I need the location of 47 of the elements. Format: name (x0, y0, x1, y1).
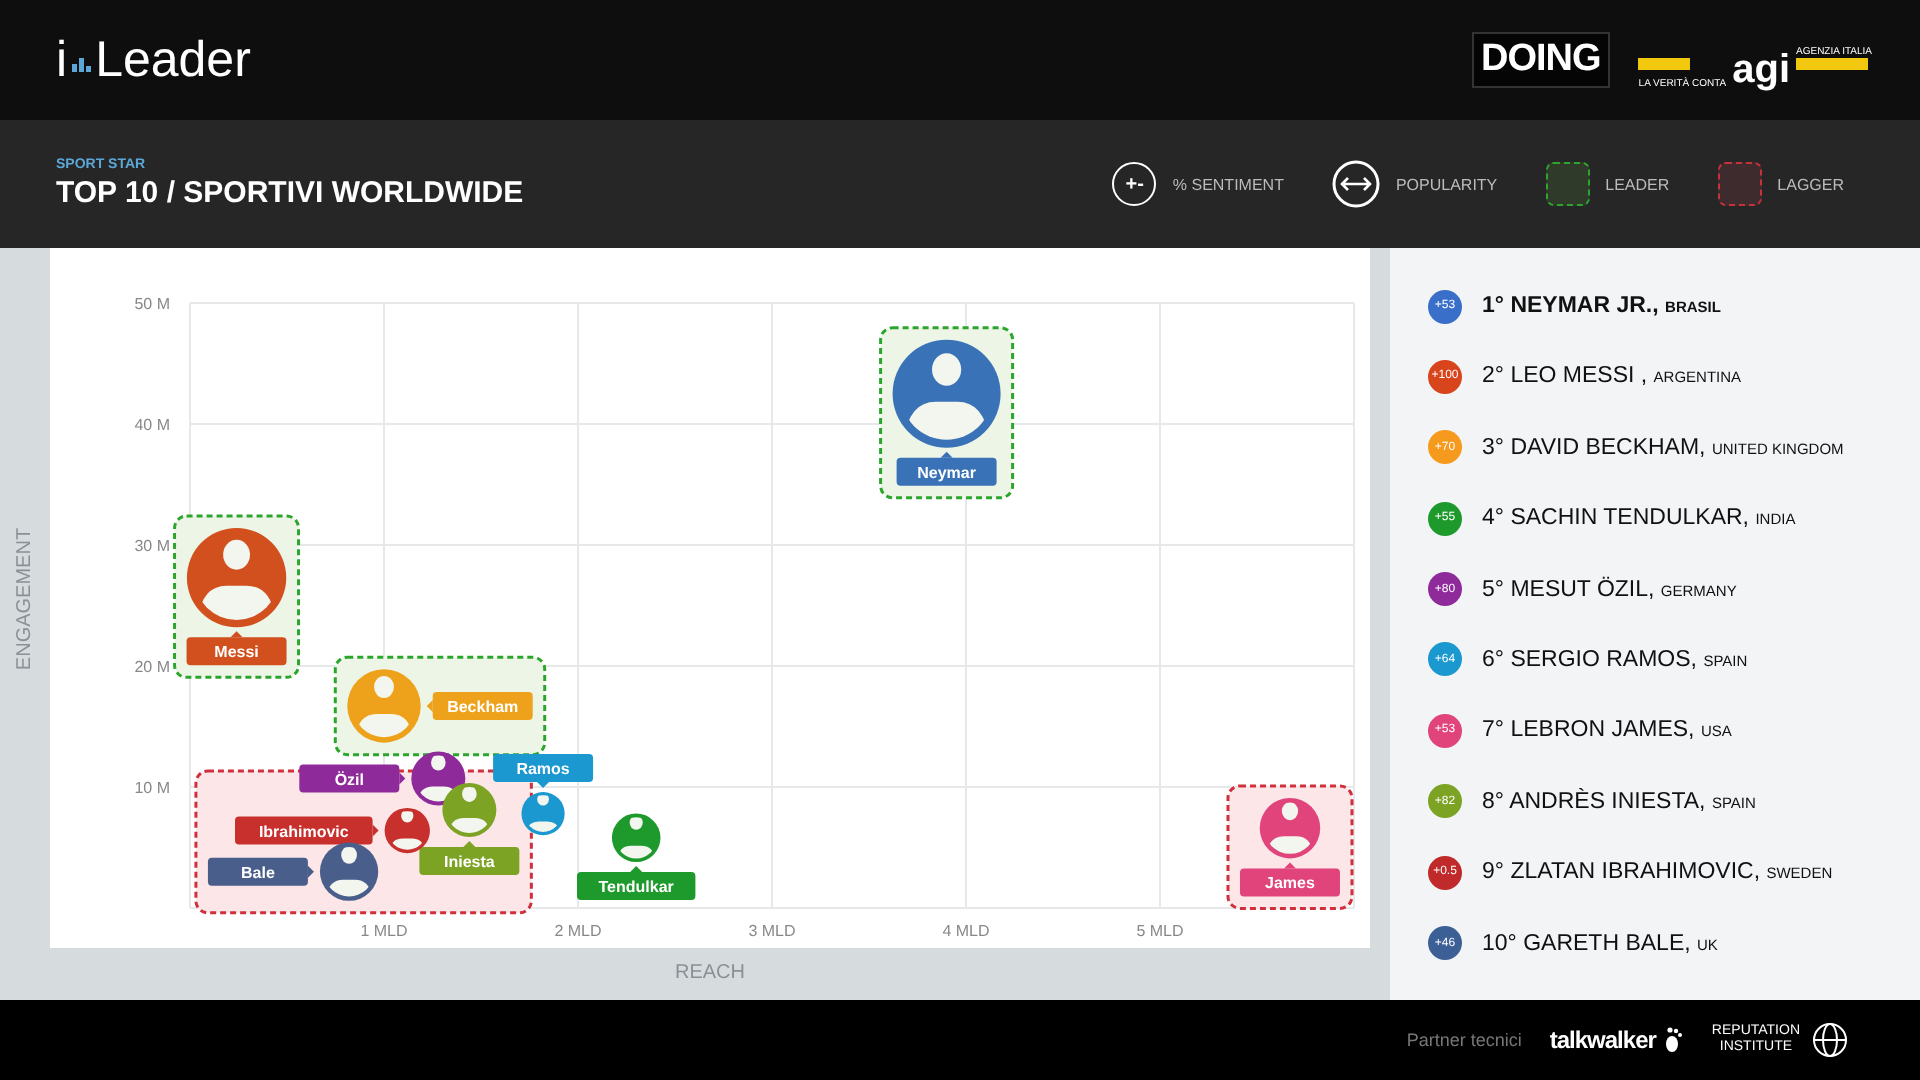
page-title: TOP 10 / SPORTIVI WORLDWIDE (56, 176, 524, 210)
doing-logo: DOING (1471, 32, 1611, 88)
footprint-icon (1663, 1026, 1684, 1054)
name-tag: Tendulkar (577, 866, 696, 901)
legend-label: LEADER (1605, 175, 1670, 193)
partner-label: Partner tecnici (1406, 1030, 1522, 1050)
x-tick-label: 5 MLD (1136, 922, 1184, 940)
logo-stripe (1638, 58, 1691, 70)
legend-label: Tendulkar (598, 878, 674, 897)
legend-label: % SENTIMENT (1172, 175, 1284, 193)
name-tag: Ibrahimovic (235, 816, 379, 845)
x-tick-label: 4 MLD (942, 922, 990, 940)
legend-label: Messi (214, 643, 259, 662)
name-tag: Neymar (896, 451, 997, 486)
name-tag: Messi (186, 631, 287, 666)
y-tick-label: 40 M (134, 416, 170, 434)
legend-label: James (1265, 874, 1316, 893)
legend-label: LAGGER (1777, 175, 1844, 193)
x-tick-label: 2 MLD (554, 922, 602, 940)
globe-icon (1808, 1020, 1852, 1060)
logo-stripe (1796, 58, 1869, 70)
legend-label: Neymar (917, 463, 976, 482)
name-tag: Özil (299, 764, 406, 793)
y-tick-label: 20 M (134, 658, 170, 676)
x-tick-label: 1 MLD (360, 922, 408, 940)
x-tick-label: 3 MLD (748, 922, 796, 940)
y-tick-label: 30 M (134, 537, 170, 555)
x-axis-title: REACH (674, 962, 745, 984)
series-label: Ramos (516, 760, 571, 779)
series-label: Beckham (447, 697, 519, 716)
name-tag: Iniesta (419, 841, 520, 875)
legend-label: POPULARITY (1395, 175, 1498, 193)
y-tick-label: 10 M (134, 779, 170, 797)
talkwalker-logo: talkwalker (1549, 1026, 1656, 1054)
lagger-swatch (1717, 162, 1762, 206)
brand-prefix: i (56, 31, 68, 89)
name-tag: Beckham (426, 691, 533, 720)
sentiment-icon: +- (1112, 162, 1157, 206)
name-tag: James (1240, 862, 1340, 897)
name-tag: Bale (207, 857, 314, 886)
name-tag: Ramos (493, 754, 594, 788)
y-tick-label: 50 M (134, 295, 170, 313)
y-axis-title: ENGAGEMENT (14, 526, 36, 670)
agi-logo: agi (1732, 50, 1791, 90)
brand-name: Leader (95, 31, 251, 89)
leader-swatch (1545, 162, 1590, 206)
legend-label: Iniesta (444, 852, 496, 871)
